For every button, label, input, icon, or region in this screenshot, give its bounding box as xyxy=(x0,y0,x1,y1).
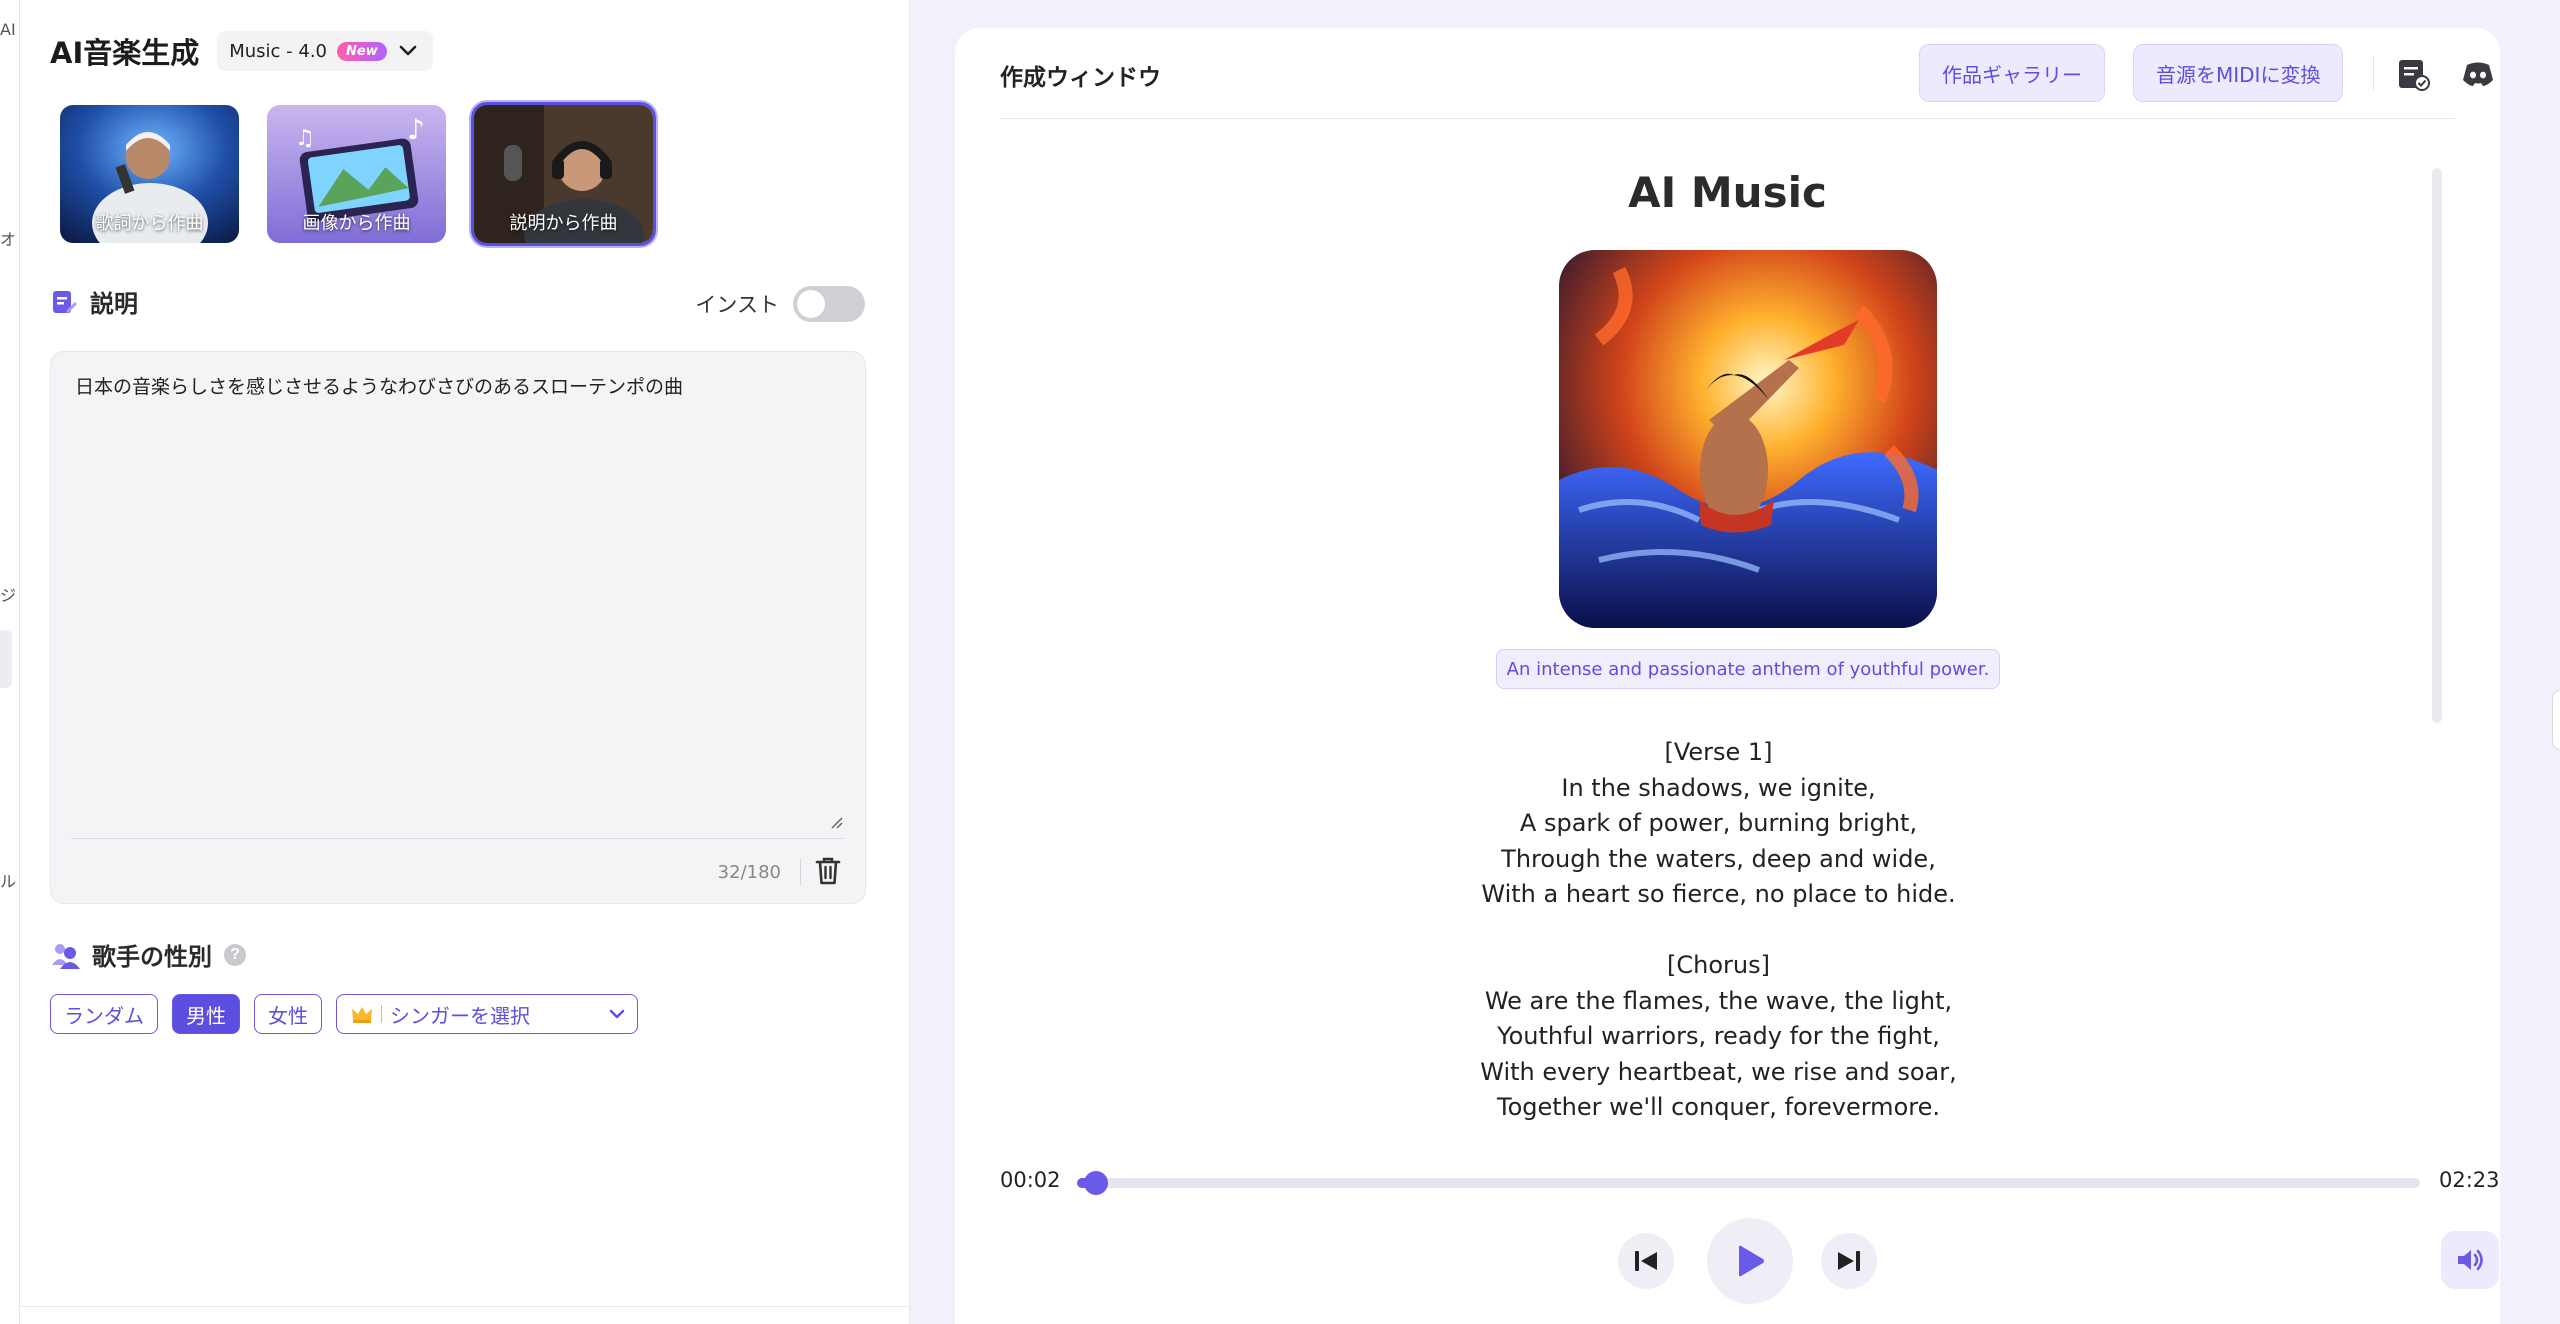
midi-convert-button[interactable]: 音源をMIDIに変換 xyxy=(2133,44,2344,102)
progress-track[interactable] xyxy=(1077,1171,2420,1195)
skip-back-icon xyxy=(1635,1251,1657,1271)
lyrics: [Verse 1] In the shadows, we ignite, A s… xyxy=(955,735,2482,1126)
description-title: 説明 xyxy=(90,290,138,318)
sidebar-fragment: AI xyxy=(0,20,16,39)
scrollbar[interactable] xyxy=(2432,168,2442,723)
note-edit-icon xyxy=(53,290,77,313)
lyric-line: Youthful warriors, ready for the fight, xyxy=(1497,1022,1940,1050)
singer-select[interactable]: シンガーを選択 xyxy=(336,994,638,1034)
discord-icon[interactable] xyxy=(2460,56,2496,92)
singers-icon xyxy=(52,943,80,969)
mode-description-card[interactable]: 説明から作曲 xyxy=(471,102,656,246)
svg-text:♫: ♫ xyxy=(295,126,315,151)
divider xyxy=(20,1306,909,1307)
gender-female-chip[interactable]: 女性 xyxy=(254,994,322,1034)
chevron-down-icon xyxy=(397,40,419,62)
lyric-line: Together we'll conquer, forevermore. xyxy=(1497,1093,1940,1121)
divider xyxy=(2373,56,2374,90)
lyric-line: In the shadows, we ignite, xyxy=(1561,773,1876,802)
task-list-icon[interactable] xyxy=(2395,56,2431,92)
lyric-line: With a heart so fierce, no place to hide… xyxy=(1481,880,1956,908)
gender-title: 歌手の性別 xyxy=(92,943,212,971)
progress-knob[interactable] xyxy=(1083,1171,1108,1195)
play-button[interactable] xyxy=(1707,1218,1793,1304)
mode-description-label: 説明から作曲 xyxy=(509,213,618,234)
description-input[interactable]: 日本の音楽らしさを感じさせるようなわびさびのあるスローテンポの曲 xyxy=(75,374,835,401)
description-header: 説明 xyxy=(50,284,138,319)
lyric-line: Through the waters, deep and wide, xyxy=(1501,844,1936,873)
lyric-line: We are the flames, the wave, the light, xyxy=(1484,986,1953,1015)
volume-icon xyxy=(2458,1249,2483,1271)
mode-image-card[interactable]: ♪ ♫ 画像から作曲 xyxy=(264,102,449,246)
trash-icon[interactable] xyxy=(813,855,843,887)
mode-image-label: 画像から作曲 xyxy=(302,213,411,234)
generation-panel: AI音楽生成 Music - 4.0 New 歌詞から作曲 ♪ ♫ 画像から作曲… xyxy=(20,0,910,1324)
sidebar-fragment: オ xyxy=(0,230,17,249)
gender-header: 歌手の性別 ? xyxy=(50,937,246,972)
instrumental-toggle[interactable] xyxy=(793,286,865,322)
gender-options: ランダム 男性 女性 シンガーを選択 xyxy=(50,994,638,1034)
skip-forward-icon xyxy=(1838,1251,1860,1271)
album-cover xyxy=(1559,250,1937,628)
header-divider xyxy=(1000,118,2455,119)
mode-selector: 歌詞から作曲 ♪ ♫ 画像から作曲 説明から作曲 xyxy=(57,102,656,246)
resize-grip-icon[interactable] xyxy=(829,815,843,829)
gender-male-chip[interactable]: 男性 xyxy=(172,994,240,1034)
singer-select-label: シンガーを選択 xyxy=(390,1003,530,1028)
sidebar-fragment: ジ xyxy=(0,586,17,605)
next-button[interactable] xyxy=(1821,1233,1877,1289)
mode-lyrics-label: 歌詞から作曲 xyxy=(95,213,204,234)
title-row: AI音楽生成 Music - 4.0 New xyxy=(50,30,433,72)
lyrics-section-tag: [Verse 1] xyxy=(1664,738,1773,766)
collapsed-sidebar: AI オ ジ ル xyxy=(0,0,20,1324)
crown-icon xyxy=(352,1007,372,1023)
volume-button[interactable] xyxy=(2441,1231,2499,1289)
chevron-down-icon xyxy=(609,1009,625,1019)
divider xyxy=(800,859,801,885)
description-field[interactable]: 日本の音楽らしさを感じさせるようなわびさびのあるスローテンポの曲 32/180 xyxy=(50,351,866,904)
char-count: 32/180 xyxy=(717,862,781,883)
instrumental-label: インスト xyxy=(695,293,779,317)
app-title: AI音楽生成 xyxy=(50,36,200,70)
creation-window: 作成ウィンドウ 作品ギャラリー 音源をMIDIに変換 AI Music An i… xyxy=(955,28,2500,1324)
instrumental-row: インスト xyxy=(695,286,865,322)
description-divider xyxy=(71,838,845,839)
divider xyxy=(381,1005,382,1023)
svg-text:♪: ♪ xyxy=(407,113,425,146)
play-icon xyxy=(1739,1245,1764,1277)
current-time: 00:02 xyxy=(1000,1168,1061,1192)
gender-random-chip[interactable]: ランダム xyxy=(50,994,158,1034)
lyric-line: With every heartbeat, we rise and soar, xyxy=(1480,1057,1957,1086)
gallery-button[interactable]: 作品ギャラリー xyxy=(1919,44,2105,102)
side-drawer-handle[interactable] xyxy=(2552,690,2560,750)
mode-lyrics-card[interactable]: 歌詞から作曲 xyxy=(57,102,242,246)
help-icon[interactable]: ? xyxy=(224,943,246,966)
sidebar-fragment: ル xyxy=(0,872,17,891)
model-select[interactable]: Music - 4.0 New xyxy=(217,31,433,71)
lyrics-section-tag: [Chorus] xyxy=(1667,951,1770,979)
lyric-line: A spark of power, burning bright, xyxy=(1519,809,1918,837)
song-title: AI Music xyxy=(1628,168,1827,217)
song-tagline: An intense and passionate anthem of yout… xyxy=(1496,649,2000,689)
creation-window-title: 作成ウィンドウ xyxy=(1000,65,1161,91)
previous-button[interactable] xyxy=(1618,1233,1674,1289)
sidebar-active-tab[interactable] xyxy=(0,630,12,688)
model-name: Music - 4.0 xyxy=(229,40,328,62)
total-time: 02:23 xyxy=(2439,1168,2500,1192)
new-badge: New xyxy=(337,41,387,61)
